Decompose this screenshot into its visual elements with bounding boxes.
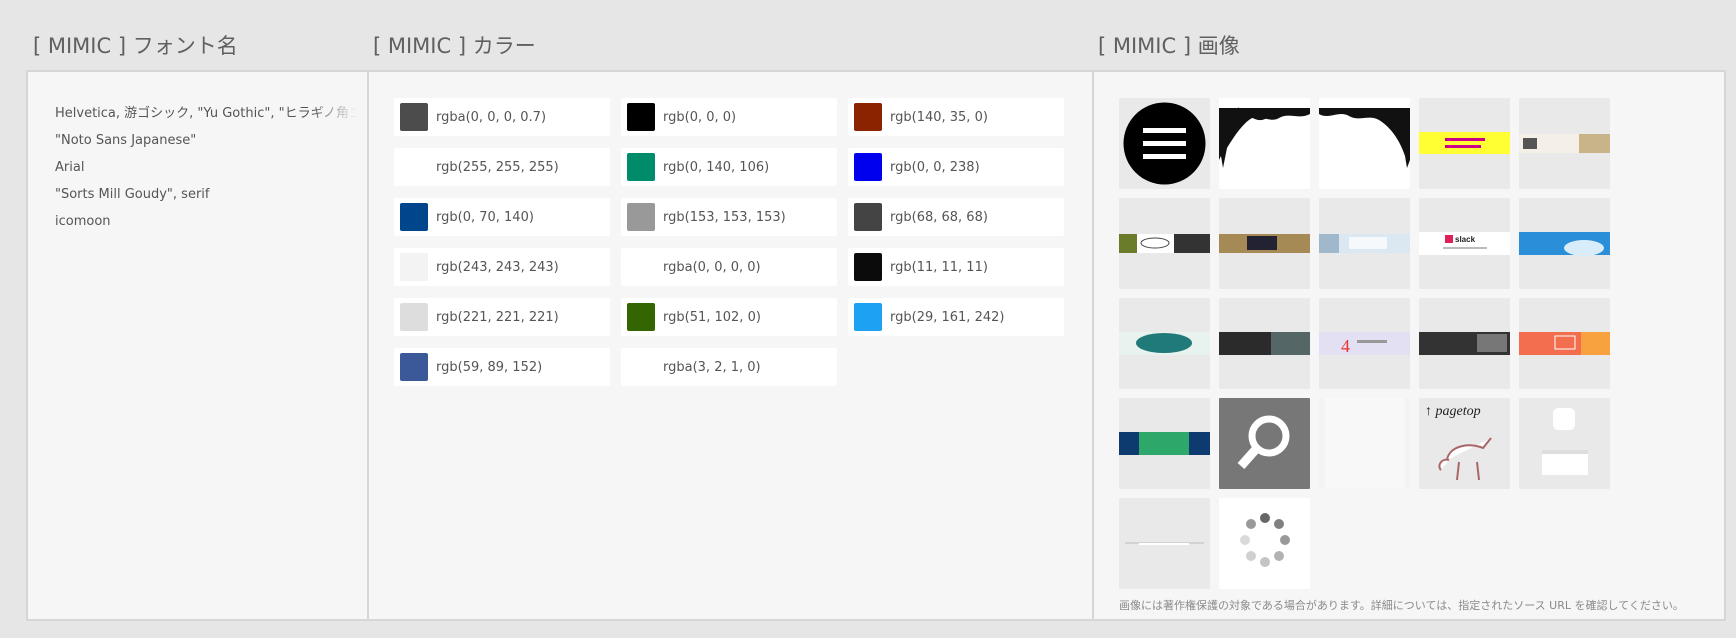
- copyright-footnote: 画像には著作権保護の対象である場合があります。詳細については、指定されたソース …: [1119, 599, 1684, 612]
- color-card: rgb(59, 89, 152): [394, 348, 610, 386]
- color-swatch: [400, 203, 428, 231]
- color-card: rgb(255, 255, 255): [394, 148, 610, 186]
- color-grid: rgba(0, 0, 0, 0.7) rgb(0, 0, 0) rgb(140, 3…: [394, 98, 1064, 386]
- fonts-section-title: [ MIMIC ] フォント名: [33, 34, 238, 58]
- slack-banner-image[interactable]: slackslack: [1419, 198, 1510, 289]
- color-card: rgb(51, 102, 0): [621, 298, 837, 336]
- color-card: rgb(68, 68, 68): [848, 198, 1064, 236]
- color-swatch: [400, 253, 428, 281]
- color-card: rgb(140, 35, 0): [848, 98, 1064, 136]
- color-swatch: [854, 153, 882, 181]
- color-label: rgb(29, 161, 242): [890, 309, 1005, 325]
- image-grid: アニメーションでアンダーラインslackslack44↑ pagetop↑ pa…: [1119, 98, 1610, 589]
- svg-text:slack: slack: [1455, 235, 1476, 244]
- pagetop-goat-image[interactable]: ↑ pagetop↑ pagetop: [1419, 398, 1510, 489]
- laptop-banner-image[interactable]: [1419, 298, 1510, 389]
- color-swatch: [627, 153, 655, 181]
- color-card: rgb(29, 161, 242): [848, 298, 1064, 336]
- search-magnifier-icon[interactable]: [1219, 398, 1310, 489]
- color-label: rgb(68, 68, 68): [890, 209, 988, 225]
- dark-photo-banner-image[interactable]: [1219, 298, 1310, 389]
- color-label: rgba(0, 0, 0, 0): [663, 259, 761, 275]
- font-item: "Sorts Mill Goudy", serif: [55, 187, 210, 202]
- color-card: rgb(11, 11, 11): [848, 248, 1064, 286]
- color-card: rgba(0, 0, 0, 0): [621, 248, 837, 286]
- color-swatch: [400, 153, 428, 181]
- svg-text:↑ pagetop: ↑ pagetop: [1425, 404, 1481, 419]
- color-swatch: [400, 353, 428, 381]
- color-label: rgb(243, 243, 243): [436, 259, 559, 275]
- chalkboard-banner-image[interactable]: [1219, 198, 1310, 289]
- color-swatch: [854, 253, 882, 281]
- teal-badge-banner-image[interactable]: [1119, 298, 1210, 389]
- color-card: rgb(153, 153, 153): [621, 198, 837, 236]
- tree-silhouette-right-image[interactable]: [1319, 98, 1410, 189]
- color-label: rgba(0, 0, 0, 0.7): [436, 109, 547, 125]
- texture-image[interactable]: [1319, 398, 1410, 489]
- color-card: rgb(0, 70, 140): [394, 198, 610, 236]
- color-swatch: [627, 203, 655, 231]
- color-card: rgb(0, 0, 238): [848, 148, 1064, 186]
- green-blue-banner-image[interactable]: [1119, 398, 1210, 489]
- color-card: rgb(243, 243, 243): [394, 248, 610, 286]
- color-label: rgb(0, 140, 106): [663, 159, 770, 175]
- font-item: icomoon: [55, 214, 111, 229]
- sugar-logo-banner-image[interactable]: [1119, 198, 1210, 289]
- color-card: rgb(0, 140, 106): [621, 148, 837, 186]
- color-label: rgb(221, 221, 221): [436, 309, 559, 325]
- font-item: Helvetica, 游ゴシック, "Yu Gothic", "ヒラギノ角ゴ: [55, 106, 357, 121]
- color-swatch: [854, 303, 882, 331]
- color-label: rgb(255, 255, 255): [436, 159, 559, 175]
- color-swatch: [627, 253, 655, 281]
- color-label: rgb(0, 70, 140): [436, 209, 534, 225]
- color-label: rgb(140, 35, 0): [890, 109, 988, 125]
- color-label: rgb(11, 11, 11): [890, 259, 988, 275]
- fonts-panel: Helvetica, 游ゴシック, "Yu Gothic", "ヒラギノ角ゴ "…: [26, 70, 369, 621]
- color-swatch: [627, 103, 655, 131]
- color-label: rgb(59, 89, 152): [436, 359, 543, 375]
- office-banner-image[interactable]: [1319, 198, 1410, 289]
- button-shapes-image[interactable]: [1519, 398, 1610, 489]
- sky-banner-image[interactable]: [1519, 198, 1610, 289]
- font-item: Arial: [55, 160, 85, 175]
- animation-design-banner-image[interactable]: アニメーションでアンダーライン: [1419, 98, 1510, 189]
- color-card: rgba(3, 2, 1, 0): [621, 348, 837, 386]
- hamburger-menu-icon[interactable]: [1119, 98, 1210, 189]
- color-swatch: [627, 353, 655, 381]
- color-label: rgba(3, 2, 1, 0): [663, 359, 761, 375]
- images-panel: アニメーションでアンダーラインslackslack44↑ pagetop↑ pa…: [1092, 70, 1726, 621]
- thin-line-image[interactable]: [1119, 498, 1210, 589]
- cafe-banner-image[interactable]: [1519, 98, 1610, 189]
- number-four-banner-image[interactable]: 44: [1319, 298, 1410, 389]
- orange-banner-image[interactable]: [1519, 298, 1610, 389]
- color-swatch: [854, 103, 882, 131]
- color-card: rgba(0, 0, 0, 0.7): [394, 98, 610, 136]
- svg-text:4: 4: [1341, 336, 1350, 356]
- images-section-title: [ MIMIC ] 画像: [1098, 34, 1240, 58]
- loading-spinner-icon[interactable]: [1219, 498, 1310, 589]
- colors-panel: rgba(0, 0, 0, 0.7) rgb(0, 0, 0) rgb(140, 3…: [367, 70, 1094, 621]
- color-card: rgb(0, 0, 0): [621, 98, 837, 136]
- color-swatch: [627, 303, 655, 331]
- font-item: "Noto Sans Japanese": [55, 133, 197, 148]
- color-swatch: [400, 103, 428, 131]
- color-swatch: [854, 203, 882, 231]
- color-card: rgb(221, 221, 221): [394, 298, 610, 336]
- color-swatch: [400, 303, 428, 331]
- colors-section-title: [ MIMIC ] カラー: [373, 34, 536, 58]
- font-list: Helvetica, 游ゴシック, "Yu Gothic", "ヒラギノ角ゴ "…: [55, 100, 357, 235]
- color-label: rgb(51, 102, 0): [663, 309, 761, 325]
- color-label: rgb(153, 153, 153): [663, 209, 786, 225]
- color-label: rgb(0, 0, 0): [663, 109, 737, 125]
- color-label: rgb(0, 0, 238): [890, 159, 980, 175]
- tree-silhouette-left-image[interactable]: [1219, 98, 1310, 189]
